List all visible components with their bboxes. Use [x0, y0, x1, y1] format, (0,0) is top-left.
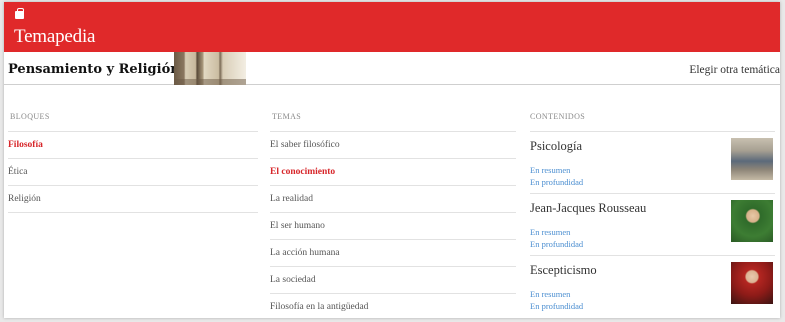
tema-item-ser-humano[interactable]: El ser humano	[270, 212, 516, 238]
en-resumen-link[interactable]: En resumen	[530, 227, 570, 237]
bloques-heading: BLOQUES	[10, 112, 50, 121]
contenido-item: Escepticismo En resumen En profundidad	[530, 255, 775, 317]
tema-item-antiguedad[interactable]: Filosofía en la antigüedad	[270, 293, 516, 318]
contenido-item: Psicología En resumen En profundidad	[530, 131, 775, 193]
escepticismo-portrait-thumbnail[interactable]	[731, 262, 773, 304]
section-title: Pensamiento y Religión	[8, 62, 180, 77]
temas-heading: TEMAS	[272, 112, 302, 121]
briefcase-icon	[15, 8, 24, 19]
rousseau-portrait-thumbnail[interactable]	[731, 200, 773, 242]
brand-logo[interactable]: Temapedia	[14, 26, 95, 48]
en-profundidad-link[interactable]: En profundidad	[530, 239, 583, 249]
contenido-item: Jean-Jacques Rousseau En resumen En prof…	[530, 193, 775, 255]
tema-item-conocimiento[interactable]: El conocimiento	[270, 158, 516, 184]
en-resumen-link[interactable]: En resumen	[530, 165, 570, 175]
contenidos-heading: CONTENIDOS	[530, 112, 586, 121]
contenido-title-rousseau[interactable]: Jean-Jacques Rousseau	[530, 201, 646, 216]
en-resumen-link[interactable]: En resumen	[530, 289, 570, 299]
psicologia-thumbnail[interactable]	[731, 138, 773, 180]
bloque-item-religion[interactable]: Religión	[8, 185, 258, 211]
top-bar: Temapedia	[4, 2, 780, 52]
choose-topic-link[interactable]: Elegir otra temática	[689, 64, 780, 76]
books-banner-image	[174, 52, 246, 85]
tema-item-saber[interactable]: El saber filosófico	[270, 131, 516, 157]
en-profundidad-link[interactable]: En profundidad	[530, 177, 583, 187]
page-frame: Temapedia Pensamiento y Religión Elegir …	[4, 2, 780, 318]
tema-item-sociedad[interactable]: La sociedad	[270, 266, 516, 292]
section-bar: Pensamiento y Religión Elegir otra temát…	[4, 52, 780, 85]
bloque-item-filosofia[interactable]: Filosofía	[8, 131, 258, 157]
en-profundidad-link[interactable]: En profundidad	[530, 301, 583, 311]
bloque-divider	[8, 212, 258, 213]
tema-item-realidad[interactable]: La realidad	[270, 185, 516, 211]
bloque-item-etica[interactable]: Ética	[8, 158, 258, 184]
contenido-title-psicologia[interactable]: Psicología	[530, 139, 582, 154]
contenido-title-escepticismo[interactable]: Escepticismo	[530, 263, 597, 278]
tema-item-accion[interactable]: La acción humana	[270, 239, 516, 265]
